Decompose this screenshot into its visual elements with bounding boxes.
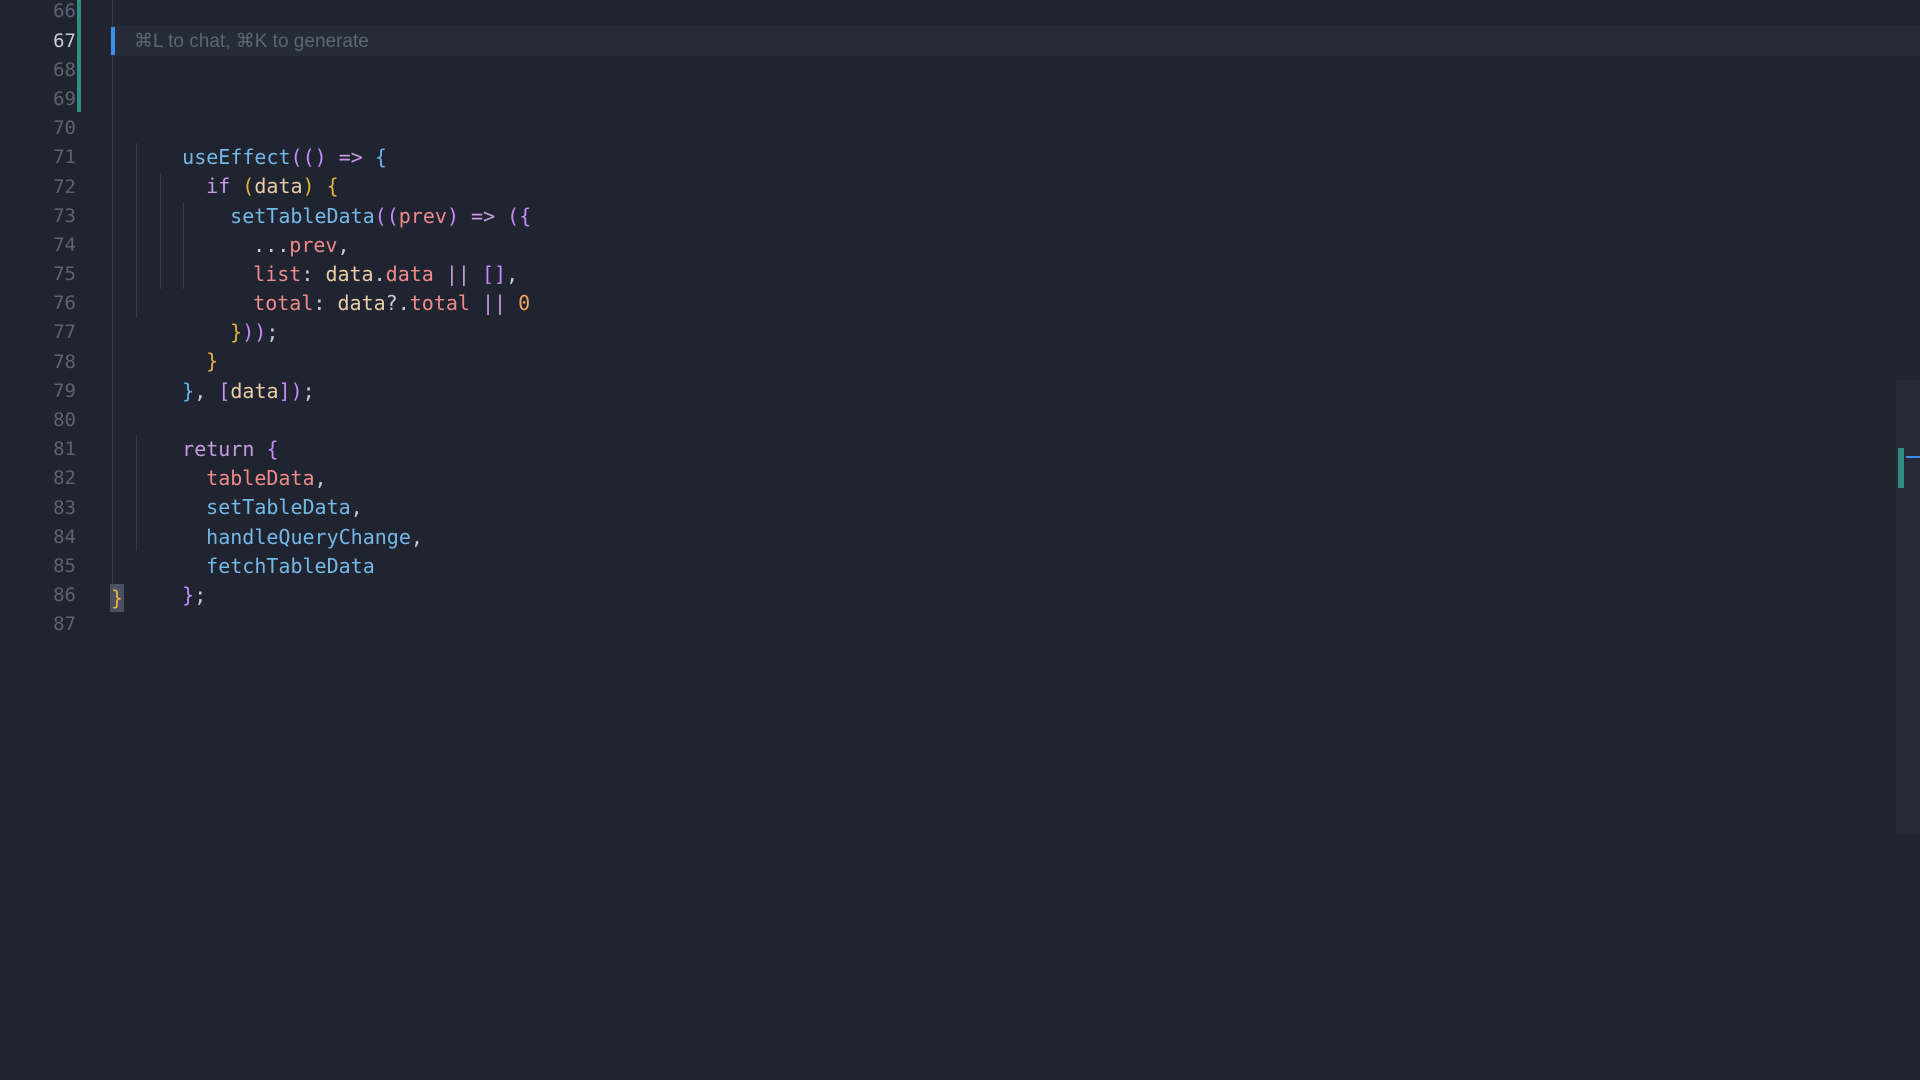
line-number-gutter: 66 67 68 69 70 71 72 73 74 75 76 77 78 7… (0, 0, 76, 1080)
line-number: 72 (53, 176, 76, 198)
token-variable: data (337, 291, 386, 315)
token-paren: (( (374, 204, 399, 228)
line-number: 84 (53, 526, 76, 548)
line-number: 87 (53, 613, 76, 635)
line-number: 69 (53, 88, 76, 110)
line-number: 71 (53, 146, 76, 168)
indent-guide (112, 56, 113, 584)
token-brace: ({ (507, 204, 532, 228)
token-paren: )) (242, 320, 267, 344)
token-bracket: ] (278, 379, 291, 403)
token-comma: , (410, 525, 423, 549)
token-semicolon: ; (194, 583, 207, 607)
token-comma: , (194, 379, 219, 403)
token-colon: : (313, 291, 338, 315)
token-operator: || (469, 291, 519, 315)
line-number: 81 (53, 438, 76, 460)
token-function: fetchTableData (206, 554, 375, 578)
line-number: 75 (53, 263, 76, 285)
line-number: 74 (53, 234, 76, 256)
line-number: 68 (53, 59, 76, 81)
token-property: total (409, 291, 470, 315)
token-brace: } (230, 320, 243, 344)
matched-closing-brace[interactable]: } (110, 584, 124, 612)
text-cursor (111, 27, 115, 55)
line-number: 78 (53, 351, 76, 373)
git-modified-indicator (77, 0, 81, 112)
line-number: 79 (53, 380, 76, 402)
line-number: 77 (53, 321, 76, 343)
line-number: 66 (53, 0, 76, 22)
token-semicolon: ; (266, 320, 279, 344)
line-number: 82 (53, 467, 76, 489)
line-number: 73 (53, 205, 76, 227)
ai-hint-placeholder[interactable]: ⌘L to chat, ⌘K to generate (134, 27, 369, 56)
token-number: 0 (518, 291, 531, 315)
line-number: 85 (53, 555, 76, 577)
code-line-85[interactable]: }; (134, 552, 206, 639)
line-number: 83 (53, 497, 76, 519)
line-number: 86 (53, 584, 76, 606)
token-paren: ) (290, 379, 303, 403)
token-bracket: [ (218, 379, 231, 403)
active-line-highlight (110, 26, 1920, 56)
scrollbar-change-marker (1898, 448, 1904, 488)
scrollbar-cursor-marker (1906, 456, 1920, 458)
token-semicolon: ; (302, 379, 315, 403)
token-optional-chain: ?. (385, 291, 410, 315)
token-variable: data (230, 379, 279, 403)
line-number: 80 (53, 409, 76, 431)
line-number: 70 (53, 117, 76, 139)
token-brace: } (182, 379, 195, 403)
token-brace: } (182, 583, 195, 607)
token-brace: { (374, 145, 387, 169)
line-number-active: 67 (53, 30, 76, 52)
indent-guide (112, 0, 113, 26)
line-number: 76 (53, 292, 76, 314)
token-paren: ) (446, 204, 459, 228)
token-param: prev (398, 204, 447, 228)
token-arrow: => (458, 204, 508, 228)
code-editor[interactable]: 66 67 68 69 70 71 72 73 74 75 76 77 78 7… (0, 0, 1920, 1080)
